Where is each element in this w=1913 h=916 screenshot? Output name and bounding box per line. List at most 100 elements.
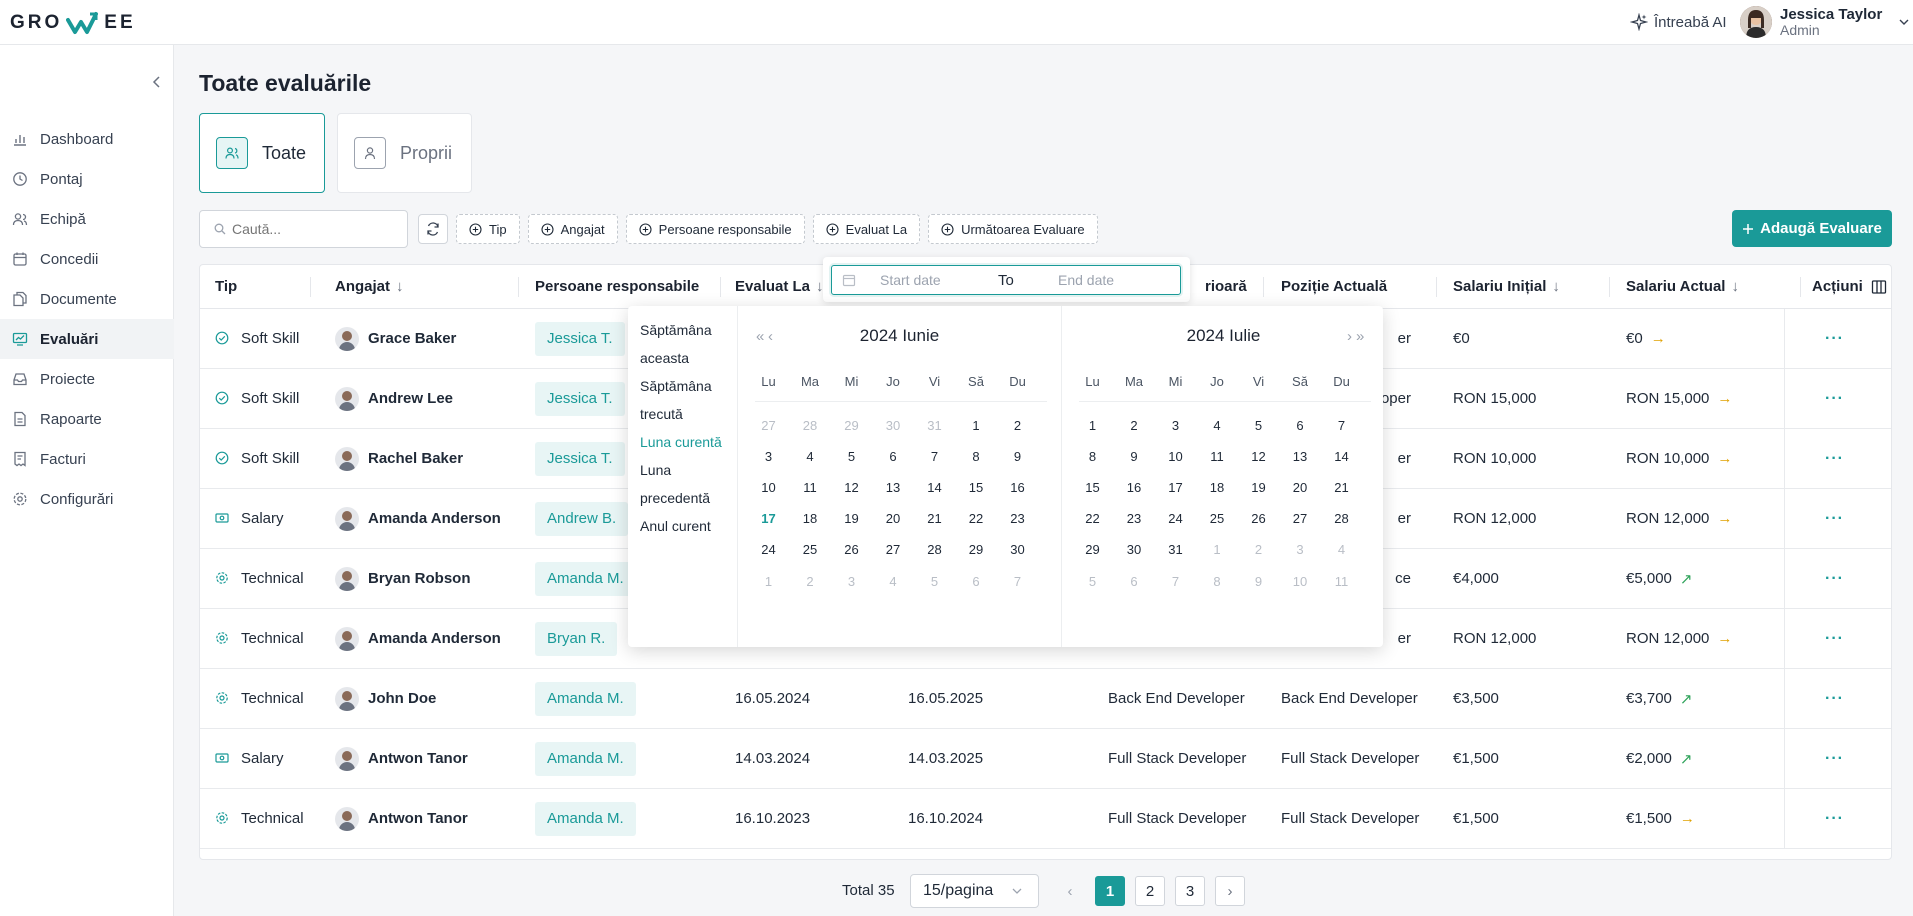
more-actions-icon[interactable]: ···	[1825, 390, 1844, 408]
calendar-day[interactable]: 3	[748, 444, 789, 468]
calendar-day[interactable]: 3	[1280, 538, 1321, 562]
calendar-day[interactable]: 10	[1155, 444, 1196, 468]
table-row[interactable]: Salary Antwon Tanor Amanda M. 14.03.2024 14.…	[200, 729, 1891, 789]
calendar-day[interactable]: 4	[1321, 538, 1362, 562]
sidebar-item-proiecte[interactable]: Proiecte	[0, 359, 174, 399]
calendar-day[interactable]: 4	[873, 569, 914, 593]
calendar-day[interactable]: 1	[1197, 538, 1238, 562]
calendar-day[interactable]: 9	[1114, 444, 1155, 468]
cell-employee[interactable]: Amanda Anderson	[335, 489, 501, 548]
sidebar-item-rapoarte[interactable]: Rapoarte	[0, 399, 174, 439]
calendar-day[interactable]: 29	[831, 413, 872, 437]
calendar-day[interactable]: 8	[1072, 444, 1113, 468]
calendar-day[interactable]: 8	[1197, 569, 1238, 593]
column-header-tip[interactable]: Tip	[215, 265, 237, 308]
calendar-day[interactable]: 2	[997, 413, 1038, 437]
responsible-person-tag[interactable]: Amanda M.	[535, 561, 636, 596]
table-row[interactable]: Technical John Doe Amanda M. 16.05.2024 16.0…	[200, 669, 1891, 729]
calendar-day[interactable]: 24	[1155, 507, 1196, 531]
columns-icon[interactable]	[1871, 279, 1887, 295]
filter-evaluat-la[interactable]: Evaluat La	[812, 214, 921, 244]
calendar-day[interactable]: 30	[997, 538, 1038, 562]
calendar-day[interactable]: 23	[997, 507, 1038, 531]
column-header-salariu-initial[interactable]: Salariu Inițial ↓	[1453, 265, 1560, 308]
calendar-day[interactable]: 6	[1280, 413, 1321, 437]
search-input[interactable]	[232, 221, 402, 237]
calendar-day[interactable]: 10	[1280, 569, 1321, 593]
calendar-day[interactable]: 2	[1238, 538, 1279, 562]
page-button-3[interactable]: 3	[1175, 876, 1205, 906]
calendar-day[interactable]: 22	[956, 507, 997, 531]
calendar-day[interactable]: 1	[1072, 413, 1113, 437]
calendar-day[interactable]: 14	[1321, 444, 1362, 468]
column-header-angajat[interactable]: Angajat ↓	[335, 265, 404, 308]
responsible-person-tag[interactable]: Amanda M.	[535, 681, 636, 716]
page-size-select[interactable]: 15/pagina	[910, 874, 1039, 908]
calendar-day[interactable]: 7	[914, 444, 955, 468]
calendar-day[interactable]: 19	[1238, 475, 1279, 499]
calendar-day[interactable]: 12	[831, 475, 872, 499]
sidebar-item-configurari[interactable]: Configurări	[0, 479, 174, 519]
date-preset[interactable]: Luna curentă	[640, 428, 737, 456]
more-actions-icon[interactable]: ···	[1825, 750, 1844, 768]
cell-employee[interactable]: John Doe	[335, 669, 436, 728]
cell-employee[interactable]: Bryan Robson	[335, 549, 471, 608]
more-actions-icon[interactable]: ···	[1825, 690, 1844, 708]
column-header-evaluat-la[interactable]: Evaluat La ↓	[735, 265, 824, 308]
calendar-day[interactable]: 27	[873, 538, 914, 562]
sidebar-item-evaluari[interactable]: Evaluări	[0, 319, 174, 359]
sidebar-item-facturi[interactable]: Facturi	[0, 439, 174, 479]
end-date-input[interactable]: End date	[1058, 272, 1114, 288]
next-page-button[interactable]: ›	[1215, 876, 1245, 906]
filter-urmatoarea-evaluare[interactable]: Următoarea Evaluare	[928, 214, 1098, 244]
date-range-input[interactable]: Start date To End date	[831, 265, 1181, 295]
calendar-day[interactable]: 23	[1114, 507, 1155, 531]
calendar-day[interactable]: 6	[873, 444, 914, 468]
calendar-day[interactable]: 5	[914, 569, 955, 593]
calendar-day[interactable]: 14	[914, 475, 955, 499]
calendar-day[interactable]: 2	[790, 569, 831, 593]
calendar-day[interactable]: 2	[1114, 413, 1155, 437]
responsible-person-tag[interactable]: Amanda M.	[535, 801, 636, 836]
calendar-day[interactable]: 30	[1114, 538, 1155, 562]
calendar-day[interactable]: 19	[831, 507, 872, 531]
calendar-day[interactable]: 7	[997, 569, 1038, 593]
calendar-day[interactable]: 25	[790, 538, 831, 562]
calendar-day[interactable]: 3	[831, 569, 872, 593]
prev-page-button[interactable]: ‹	[1055, 876, 1085, 906]
cell-employee[interactable]: Andrew Lee	[335, 369, 453, 428]
calendar-day[interactable]: 11	[1197, 444, 1238, 468]
more-actions-icon[interactable]: ···	[1825, 630, 1844, 648]
more-actions-icon[interactable]: ···	[1825, 330, 1844, 348]
user-menu[interactable]: Jessica Taylor Admin	[1740, 4, 1910, 40]
calendar-day[interactable]: 27	[1280, 507, 1321, 531]
calendar-day[interactable]: 21	[914, 507, 955, 531]
calendar-day[interactable]: 27	[748, 413, 789, 437]
calendar-day[interactable]: 20	[1280, 475, 1321, 499]
sidebar-item-documente[interactable]: Documente	[0, 279, 174, 319]
ask-ai-button[interactable]: Întreabă AI	[1630, 10, 1727, 34]
calendar-day[interactable]: 15	[1072, 475, 1113, 499]
sidebar-item-echipa[interactable]: Echipă	[0, 199, 174, 239]
responsible-person-tag[interactable]: Jessica T.	[535, 321, 625, 356]
calendar-day[interactable]: 31	[914, 413, 955, 437]
calendar-day[interactable]: 28	[790, 413, 831, 437]
calendar-day[interactable]: 5	[1072, 569, 1113, 593]
calendar-day[interactable]: 29	[956, 538, 997, 562]
calendar-day[interactable]: 28	[914, 538, 955, 562]
column-header-pozitie-anterioara[interactable]: rioară	[1205, 265, 1247, 308]
calendar-day[interactable]: 8	[956, 444, 997, 468]
cell-employee[interactable]: Rachel Baker	[335, 429, 463, 488]
more-actions-icon[interactable]: ···	[1825, 810, 1844, 828]
calendar-day[interactable]: 4	[790, 444, 831, 468]
sidebar-item-pontaj[interactable]: Pontaj	[0, 159, 174, 199]
calendar-day[interactable]: 26	[831, 538, 872, 562]
filter-tip[interactable]: Tip	[456, 214, 520, 244]
column-header-persoane-responsabile[interactable]: Persoane responsabile	[535, 265, 699, 308]
date-preset[interactable]: Luna precedentă	[640, 456, 737, 512]
calendar-day[interactable]: 9	[997, 444, 1038, 468]
calendar-day[interactable]: 13	[1280, 444, 1321, 468]
responsible-person-tag[interactable]: Bryan R.	[535, 621, 618, 656]
calendar-day[interactable]: 7	[1321, 413, 1362, 437]
calendar-day[interactable]: 22	[1072, 507, 1113, 531]
